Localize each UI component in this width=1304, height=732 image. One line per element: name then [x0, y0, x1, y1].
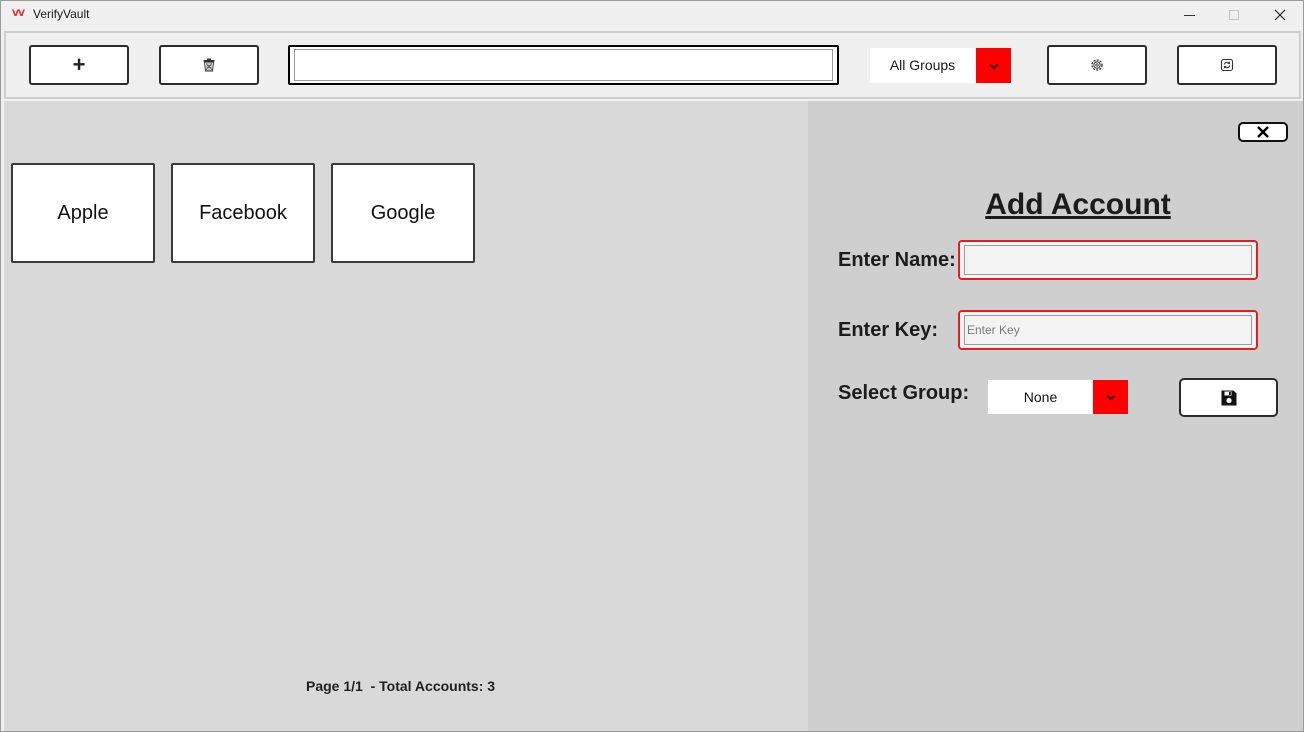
- gear-icon: [1091, 59, 1103, 71]
- minimize-button[interactable]: [1166, 1, 1212, 29]
- refresh-button[interactable]: [1177, 45, 1277, 85]
- account-card-google[interactable]: Google: [331, 163, 475, 263]
- name-field: [958, 240, 1258, 280]
- close-icon: [1274, 9, 1286, 21]
- group-filter-dropdown[interactable]: All Groups: [870, 48, 1011, 83]
- close-panel-button[interactable]: [1238, 122, 1288, 142]
- group-label: Select Group:: [838, 382, 970, 404]
- key-input[interactable]: [964, 315, 1252, 345]
- add-account-button[interactable]: +: [29, 45, 129, 85]
- window-close-button[interactable]: [1257, 1, 1303, 29]
- account-card-apple[interactable]: Apple: [11, 163, 155, 263]
- toolbar: + All Groups: [4, 31, 1301, 99]
- accounts-area: Apple Facebook Google Page 1/1 - Total A…: [4, 101, 808, 731]
- save-account-button[interactable]: [1179, 378, 1278, 417]
- key-field: [958, 310, 1258, 350]
- panel-title: Add Account: [985, 188, 1171, 221]
- app-title: VerifyVault: [33, 7, 90, 21]
- delete-account-button[interactable]: [159, 45, 259, 85]
- group-select-dropdown[interactable]: None: [988, 380, 1128, 414]
- trash-icon: [203, 58, 215, 72]
- app-window: VV VerifyVault + All Groups Apple Facebo…: [0, 0, 1304, 732]
- key-label: Enter Key:: [838, 319, 939, 341]
- title-bar: VV VerifyVault: [1, 1, 1303, 29]
- add-account-panel: Add Account Enter Name: Enter Key: Selec…: [808, 101, 1303, 731]
- refresh-icon: [1220, 58, 1234, 72]
- group-select-dropdown-button[interactable]: [1093, 380, 1128, 414]
- maximize-button[interactable]: [1211, 1, 1257, 29]
- minimize-icon: [1183, 14, 1195, 16]
- group-filter-dropdown-button[interactable]: [976, 48, 1011, 83]
- close-icon: [1257, 126, 1269, 138]
- save-icon: [1221, 390, 1236, 405]
- plus-icon: +: [72, 52, 86, 77]
- chevron-down-icon: [1105, 394, 1116, 401]
- maximize-icon: [1229, 10, 1239, 20]
- search-input[interactable]: [294, 49, 833, 81]
- group-filter-value: All Groups: [889, 57, 956, 73]
- settings-button[interactable]: [1047, 45, 1147, 85]
- account-card-facebook[interactable]: Facebook: [171, 163, 315, 263]
- name-input[interactable]: [964, 245, 1252, 275]
- group-select-value: None: [1023, 389, 1058, 405]
- search-box: [288, 45, 839, 85]
- name-label: Enter Name:: [838, 249, 956, 271]
- app-logo-icon: VV: [12, 9, 25, 19]
- pagination-status: Page 1/1 - Total Accounts: 3: [306, 678, 496, 694]
- chevron-down-icon: [988, 63, 999, 69]
